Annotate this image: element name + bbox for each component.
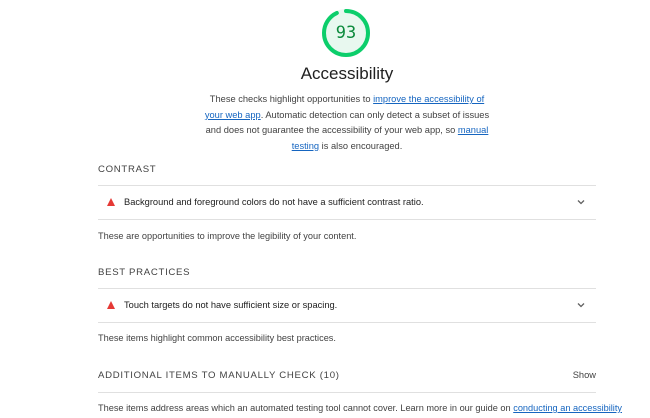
best-practices-audit-row[interactable]: Touch targets do not have sufficient siz… (98, 288, 596, 322)
description-text: These checks highlight opportunities to (209, 94, 374, 104)
divider (98, 219, 596, 220)
manual-check-count: (10) (319, 370, 340, 381)
manual-note-text: These items address areas which an autom… (98, 403, 514, 413)
description-text: is also encouraged. (319, 140, 403, 151)
category-title: Accessibility (300, 64, 394, 83)
score-value: 93 (335, 23, 357, 43)
score-gauge: 93 (320, 7, 372, 59)
divider (98, 392, 596, 393)
best-practices-note: These items highlight common accessibili… (98, 333, 336, 343)
audit-title: Background and foreground colors do not … (124, 197, 424, 207)
best-practices-heading: BEST PRACTICES (98, 267, 191, 278)
audit-title: Touch targets do not have sufficient siz… (124, 300, 338, 310)
chevron-down-icon[interactable] (576, 197, 586, 207)
category-description: These checks highlight opportunities to … (202, 92, 492, 154)
divider (98, 322, 596, 323)
show-toggle[interactable]: Show (573, 370, 596, 380)
contrast-note: These are opportunities to improve the l… (98, 231, 357, 241)
manual-check-title: ADDITIONAL ITEMS TO MANUALLY CHECK (98, 370, 317, 381)
contrast-audit-row[interactable]: Background and foreground colors do not … (98, 185, 596, 219)
fail-triangle-icon (107, 198, 115, 206)
chevron-down-icon[interactable] (576, 300, 586, 310)
contrast-heading: CONTRAST (98, 164, 157, 175)
fail-triangle-icon (107, 301, 115, 309)
manual-check-heading[interactable]: ADDITIONAL ITEMS TO MANUALLY CHECK (10) (98, 370, 340, 381)
accessibility-guide-link[interactable]: conducting an accessibility (513, 403, 622, 413)
manual-check-note: These items address areas which an autom… (98, 403, 622, 413)
